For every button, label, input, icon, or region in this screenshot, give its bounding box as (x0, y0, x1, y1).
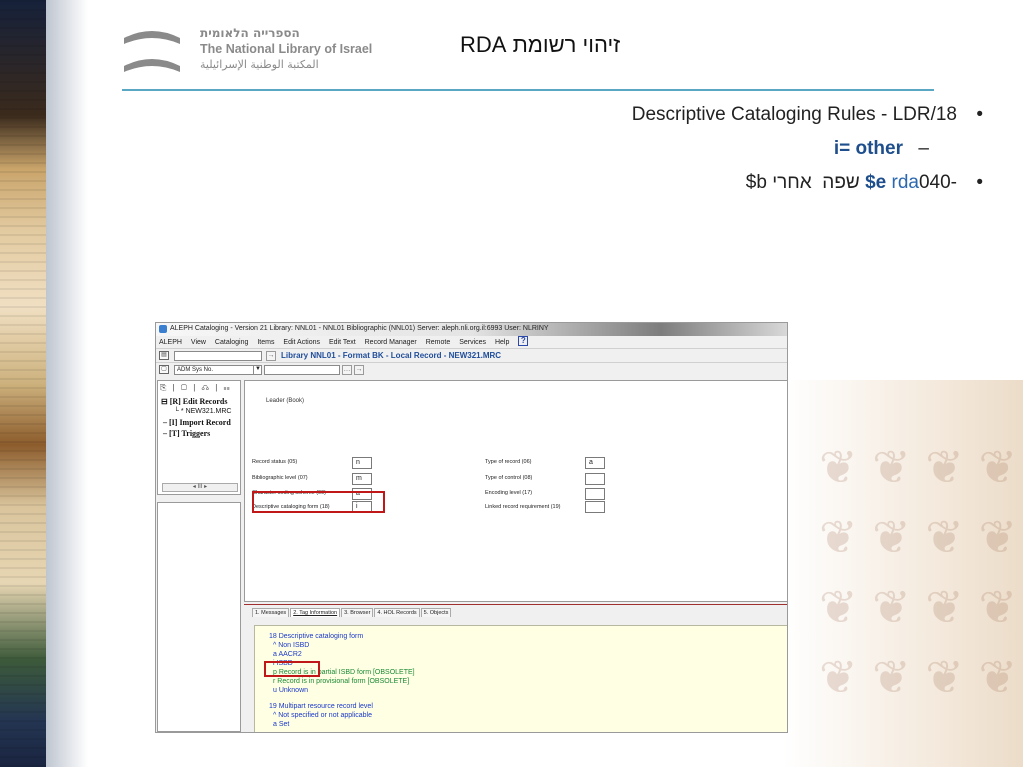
tree-horizontal-scrollbar[interactable]: ◂ III ▸ (162, 483, 238, 492)
go-arrow-icon[interactable]: → (354, 365, 364, 375)
bullet-040-code: 040- (918, 172, 957, 193)
record-search-input[interactable] (174, 351, 262, 361)
aleph-left-panel: ⎘ | ▢ | ☊ | ☷ ⊟ [R] Edit Records └ * NEW… (156, 378, 242, 732)
bullet-dot: • (976, 104, 983, 125)
tree-import-record-label: [I] Import Record (169, 418, 231, 427)
record-status-field[interactable]: n (352, 457, 372, 469)
tag-info-pane: 18 Descriptive cataloging form ^ Non ISB… (254, 625, 787, 732)
tree-new-record[interactable]: └ * NEW321.MRC (174, 408, 231, 415)
encoding-label: Encoding level (17) (485, 490, 533, 496)
sub-bullet-dash: – (918, 138, 929, 159)
info-line: 19 Multipart resource record level (269, 703, 373, 710)
hebrew-manuscript-watermark: ❦ ❦ ❦ ❦ ❦ ❦ ❦ ❦ ❦ ❦ ❦ ❦ ❦ ❦ ❦ ❦ (783, 380, 1023, 767)
leader-form: Leader (Book) Record status (05) n Bibli… (244, 380, 787, 602)
bullet-ldr18-text: Descriptive Cataloging Rules - LDR/18 (631, 104, 957, 125)
linked-field[interactable] (585, 501, 605, 513)
info-line: u Unknown (273, 687, 309, 694)
bullet-040-se: $e (865, 172, 887, 193)
bullet-040-text: $b שפה אחרי $e rda040- (746, 172, 957, 194)
logo-arabic: المكتبة الوطنية الإسرائيلية (200, 58, 319, 71)
desc-cat-highlight (252, 491, 385, 513)
aleph-toolbar-adm: ▢ ADM Sys No. ▼ … → (156, 362, 787, 376)
tree-edit-records[interactable]: ⊟ [R] Edit Records (161, 397, 227, 406)
title-divider (122, 89, 934, 91)
aleph-toolbar-search: ▤ → Library NNL01 - Format BK - Local Re… (156, 348, 787, 362)
manuscript-edge-fade (46, 0, 88, 767)
aleph-app-icon (159, 325, 167, 333)
menu-services[interactable]: Services (459, 339, 486, 346)
isbd-highlight (264, 661, 320, 677)
record-type-icon[interactable]: ▢ (159, 365, 169, 374)
logo-english: The National Library of Israel (200, 42, 373, 56)
tab-browser[interactable]: 3. Browser (341, 608, 374, 617)
adm-sys-no-select[interactable]: ADM Sys No. (174, 365, 262, 375)
slide-title: זיהוי רשומת RDA (460, 32, 621, 57)
tab-tag-information[interactable]: 2. Tag Information (290, 608, 341, 617)
bullet-list: • Descriptive Cataloging Rules - LDR/18 … (463, 100, 983, 202)
lookup-icon[interactable]: … (342, 365, 352, 375)
bottom-panel: 1. Messages 2. Tag Information 3. Browser 4… (244, 604, 787, 732)
bullet-ldr18: • Descriptive Cataloging Rules - LDR/18 (463, 100, 983, 134)
record-status-label: Record status (05) (252, 459, 298, 465)
nli-logo: הספרייה הלאומית The National Library of … (122, 26, 392, 82)
bullet-040: • $b שפה אחרי $e rda040- (463, 168, 983, 202)
new-record-icon[interactable]: ▤ (159, 351, 169, 360)
bib-level-field[interactable]: m (352, 473, 372, 485)
bottom-tabs: 1. Messages 2. Tag Information 3. Browser 4… (252, 608, 452, 617)
logo-hebrew: הספרייה הלאומית (200, 26, 300, 40)
tab-messages[interactable]: 1. Messages (252, 608, 290, 617)
menu-aleph[interactable]: ALEPH (159, 339, 182, 346)
menu-cataloging[interactable]: Cataloging (215, 339, 248, 346)
bullet-i-other: – i= other (463, 134, 983, 168)
chevron-down-icon[interactable]: ▼ (253, 365, 262, 375)
go-arrow-icon[interactable]: → (266, 351, 276, 361)
library-record-title: Library NNL01 - Format BK - Local Record… (281, 351, 502, 360)
info-line: a Set (273, 721, 290, 728)
menu-edit-text[interactable]: Edit Text (329, 339, 356, 346)
tree-new-record-label: NEW321.MRC (185, 408, 232, 415)
aleph-titlebar: ALEPH Cataloging - Version 21 Library: N… (156, 323, 787, 336)
aleph-cataloging-window: ALEPH Cataloging - Version 21 Library: N… (155, 322, 788, 733)
tree-triggers-label: [T] Triggers (169, 429, 211, 438)
encoding-field[interactable] (585, 488, 605, 500)
scrollbar-thumb: III (197, 484, 203, 490)
info-line: ^ Not specified or not applicable (273, 712, 373, 719)
tree-triggers[interactable]: – [T] Triggers (163, 429, 210, 438)
linked-label: Linked record requirement (19) (485, 504, 561, 510)
sub-bullet-i-other: i= other (833, 138, 903, 159)
info-line: a AACR2 (273, 651, 302, 658)
info-line: 18 Descriptive cataloging form (269, 633, 364, 640)
aleph-titlebar-text: ALEPH Cataloging - Version 21 Library: N… (170, 325, 549, 332)
adm-value-input[interactable] (264, 365, 340, 375)
manuscript-texture (0, 0, 46, 767)
nli-logo-mark-icon (124, 31, 180, 72)
logo-text-block: הספרייה הלאומית The National Library of … (200, 26, 400, 71)
bullet-040-rda: rda (891, 172, 919, 193)
menu-items[interactable]: Items (257, 339, 274, 346)
help-icon[interactable]: ? (518, 336, 529, 346)
menu-remote[interactable]: Remote (426, 339, 451, 346)
type-record-field[interactable]: a (585, 457, 605, 469)
record-tree: ⎘ | ▢ | ☊ | ☷ ⊟ [R] Edit Records └ * NEW… (157, 380, 241, 495)
tree-toolbar-icons[interactable]: ⎘ | ▢ | ☊ | ☷ (160, 383, 232, 393)
menu-record-manager[interactable]: Record Manager (365, 339, 417, 346)
tree-import-record[interactable]: – [I] Import Record (163, 418, 231, 427)
type-record-label: Type of record (06) (485, 459, 532, 465)
bullet-dot: • (976, 172, 983, 193)
type-control-field[interactable] (585, 473, 605, 485)
type-control-label: Type of control (08) (485, 475, 533, 481)
tree-edit-records-label: [R] Edit Records (169, 397, 228, 406)
menu-help[interactable]: Help (495, 339, 509, 346)
menu-edit-actions[interactable]: Edit Actions (283, 339, 320, 346)
bib-level-label: Bibliographic level (07) (252, 475, 308, 481)
aleph-menubar: ALEPH View Cataloging Items Edit Actions… (156, 336, 787, 348)
info-line: ^ Non ISBD (273, 642, 310, 649)
tab-objects[interactable]: 5. Objects (420, 608, 452, 617)
menu-view[interactable]: View (191, 339, 206, 346)
tab-hol-records[interactable]: 4. HOL Records (374, 608, 420, 617)
info-line: r Record is in provisional form [OBSOLET… (273, 678, 410, 685)
left-blank-pane (157, 502, 241, 732)
bullet-040-after: אחרי (772, 172, 812, 193)
leader-title: Leader (Book) (266, 398, 305, 404)
